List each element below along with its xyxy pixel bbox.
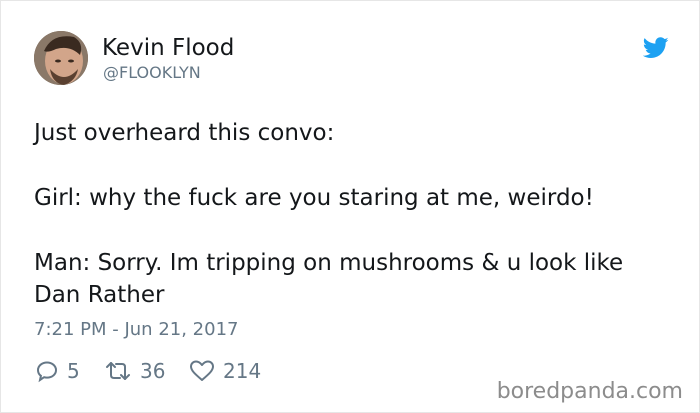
tweet-text: Just overheard this convo: Girl: why the… <box>34 117 674 311</box>
like-count: 214 <box>223 359 262 383</box>
reply-icon <box>36 361 58 383</box>
watermark: boredpanda.com <box>496 379 683 404</box>
retweet-count: 36 <box>140 359 166 383</box>
retweet-icon <box>106 362 130 380</box>
tweet-line: Man: Sorry. Im tripping on mushrooms & u… <box>34 250 624 308</box>
tweet-card: Kevin Flood @FLOOKLYN Just overheard thi… <box>0 0 700 413</box>
tweet-line: Just overheard this convo: <box>34 120 335 146</box>
reply-count: 5 <box>67 359 80 383</box>
avatar[interactable] <box>34 31 88 85</box>
author-name[interactable]: Kevin Flood <box>102 34 234 62</box>
author-handle[interactable]: @FLOOKLYN <box>103 63 201 83</box>
heart-icon <box>190 360 214 381</box>
tweet-timestamp[interactable]: 7:21 PM - Jun 21, 2017 <box>34 319 238 341</box>
avatar-photo <box>34 31 88 85</box>
like-button[interactable]: 214 <box>189 357 261 385</box>
reply-button[interactable]: 5 <box>35 357 80 385</box>
retweet-button[interactable]: 36 <box>104 357 165 385</box>
tweet-line: Girl: why the fuck are you staring at me… <box>34 185 594 211</box>
twitter-bird-icon[interactable] <box>643 37 669 59</box>
